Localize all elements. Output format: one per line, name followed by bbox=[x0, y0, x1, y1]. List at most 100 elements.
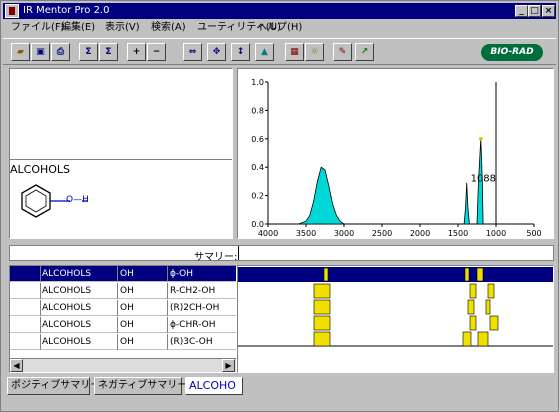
plus-icon[interactable]: + bbox=[127, 43, 146, 61]
x-tick-label: 3500 bbox=[296, 229, 316, 238]
cell-group: OH bbox=[120, 269, 134, 279]
x-tick-label: 1000 bbox=[486, 229, 506, 238]
toolbar: ▰ ▣ ⎙ Σ Σ + − ⇔ ✥ ↕ ▲ ▦ ☼ ✎ ↗ BIO-RAD bbox=[3, 38, 556, 65]
table-row[interactable]: ALCOHOLS OH (R)2CH-OH bbox=[10, 300, 236, 316]
match-marker bbox=[467, 299, 475, 315]
spectrum-peak bbox=[298, 166, 346, 225]
print-icon[interactable]: ⎙ bbox=[51, 43, 70, 61]
scroll-right-arrow-icon[interactable]: ▶ bbox=[222, 359, 235, 372]
cursor-icon[interactable]: ↗ bbox=[355, 43, 374, 61]
menu-file[interactable]: ファイル(F) bbox=[11, 20, 65, 36]
selected-row-highlight bbox=[238, 267, 553, 282]
app-icon[interactable] bbox=[5, 4, 19, 18]
cell-group: OH bbox=[120, 337, 134, 347]
compound-class-name: ALCOHOLS bbox=[10, 163, 71, 176]
window-title: IR Mentor Pro 2.0 bbox=[23, 5, 110, 16]
x-tick-label: 3000 bbox=[334, 229, 354, 238]
match-marker bbox=[485, 299, 491, 315]
column-divider bbox=[40, 300, 41, 316]
table-row[interactable]: ALCOHOLS OH (R)3C-OH bbox=[10, 334, 236, 350]
structure-divider bbox=[10, 159, 232, 160]
x-tick-label: 500 bbox=[526, 229, 541, 238]
table-row[interactable]: ALCOHOLS OH R-CH2-OH bbox=[10, 283, 236, 299]
column-divider bbox=[167, 317, 168, 333]
cell-group: OH bbox=[120, 320, 134, 330]
save-icon[interactable]: ▣ bbox=[31, 43, 50, 61]
x-tick-label: 2000 bbox=[410, 229, 430, 238]
bio-rad-logo: BIO-RAD bbox=[481, 44, 543, 61]
column-divider bbox=[117, 334, 118, 350]
cell-formula: R-CH2-OH bbox=[170, 286, 216, 296]
tab-negative-summary[interactable]: ネガティブサマリー bbox=[94, 377, 187, 395]
summary-label: サマリー: bbox=[194, 252, 238, 263]
y-tick-label: 0.4 bbox=[251, 163, 264, 172]
table-row[interactable]: ALCOHOLS OH ϕ-OH bbox=[10, 266, 236, 282]
table-row[interactable]: ALCOHOLS OH ϕ-CHR-OH bbox=[10, 317, 236, 333]
peak-icon[interactable]: ▲ bbox=[255, 43, 274, 61]
spectrum-icon[interactable]: ▦ bbox=[285, 43, 304, 61]
y-tick-label: 0.0 bbox=[251, 220, 264, 229]
y-tick-label: 0.6 bbox=[251, 135, 264, 144]
column-divider bbox=[40, 266, 41, 282]
cell-group: OH bbox=[120, 303, 134, 313]
summary-strip: サマリー: bbox=[9, 245, 554, 263]
horizontal-scrollbar[interactable]: ◀ ▶ bbox=[10, 358, 236, 372]
title-bar: IR Mentor Pro 2.0 _ □ × bbox=[3, 3, 556, 19]
tab-positive-summary[interactable]: ポジティブサマリー bbox=[7, 377, 100, 395]
y-tick-label: 0.2 bbox=[251, 192, 264, 201]
column-divider bbox=[167, 334, 168, 350]
x-tick-label: 2500 bbox=[372, 229, 392, 238]
scale-x-icon[interactable]: ⇔ bbox=[183, 43, 202, 61]
structure-panel: ALCOHOLS O—H bbox=[9, 68, 233, 239]
tab-alcohols[interactable]: ALCOHO bbox=[185, 377, 243, 395]
y-tick-label: 1.0 bbox=[251, 78, 264, 87]
cell-class: ALCOHOLS bbox=[42, 286, 92, 296]
column-divider bbox=[40, 283, 41, 299]
spectrum-chart[interactable]: 0.0 0.2 0.4 0.6 0.8 1.0 4000 3500 3000 2500 2000 15… bbox=[238, 69, 553, 238]
move-icon[interactable]: ✥ bbox=[207, 43, 226, 61]
column-divider bbox=[40, 334, 41, 350]
match-marker bbox=[313, 283, 331, 299]
bulb-icon[interactable]: ☼ bbox=[305, 43, 324, 61]
match-marker bbox=[487, 283, 495, 299]
y-tick-label: 0.8 bbox=[251, 106, 264, 115]
column-divider bbox=[117, 283, 118, 299]
sigma-minus-icon[interactable]: Σ bbox=[99, 43, 118, 61]
scale-y-icon[interactable]: ↕ bbox=[231, 43, 250, 61]
summary-divider bbox=[238, 246, 239, 260]
minimize-button[interactable]: _ bbox=[515, 5, 528, 17]
cell-class: ALCOHOLS bbox=[42, 269, 92, 279]
match-marker bbox=[476, 267, 484, 282]
menu-view[interactable]: 表示(V) bbox=[105, 20, 140, 36]
close-button[interactable]: × bbox=[542, 5, 555, 17]
cell-formula: (R)2CH-OH bbox=[170, 303, 220, 313]
app-window: IR Mentor Pro 2.0 _ □ × ファイル(F) 編集(E) 表示… bbox=[0, 0, 559, 412]
column-divider bbox=[117, 317, 118, 333]
match-marker bbox=[323, 267, 329, 282]
menu-search[interactable]: 検索(A) bbox=[151, 20, 186, 36]
column-divider bbox=[167, 266, 168, 282]
maximize-button[interactable]: □ bbox=[528, 5, 541, 17]
column-divider bbox=[40, 317, 41, 333]
sigma-icon[interactable]: Σ bbox=[79, 43, 98, 61]
column-divider bbox=[117, 266, 118, 282]
match-marker bbox=[477, 331, 489, 347]
minus-icon[interactable]: − bbox=[147, 43, 166, 61]
match-marker bbox=[469, 315, 477, 331]
peak-annotation: 1088 bbox=[471, 173, 496, 184]
spectrum-peak bbox=[463, 182, 470, 225]
match-marker bbox=[313, 299, 331, 315]
match-marker bbox=[469, 283, 477, 299]
spectrum-panel: 0.0 0.2 0.4 0.6 0.8 1.0 4000 3500 3000 2500 2000 15… bbox=[237, 68, 554, 239]
functional-group-label: O—H bbox=[66, 195, 89, 205]
match-marker bbox=[464, 267, 470, 282]
menu-edit[interactable]: 編集(E) bbox=[61, 20, 95, 36]
match-marker bbox=[313, 331, 331, 347]
menu-help[interactable]: ヘルプ(H) bbox=[257, 20, 302, 36]
cell-formula: (R)3C-OH bbox=[170, 337, 213, 347]
scroll-left-arrow-icon[interactable]: ◀ bbox=[10, 359, 23, 372]
tool-icon[interactable]: ✎ bbox=[333, 43, 352, 61]
match-marker bbox=[462, 331, 472, 347]
menu-bar: ファイル(F) 編集(E) 表示(V) 検索(A) ユーティリティ(U) ヘルプ… bbox=[3, 20, 556, 36]
open-folder-icon[interactable]: ▰ bbox=[11, 43, 30, 61]
